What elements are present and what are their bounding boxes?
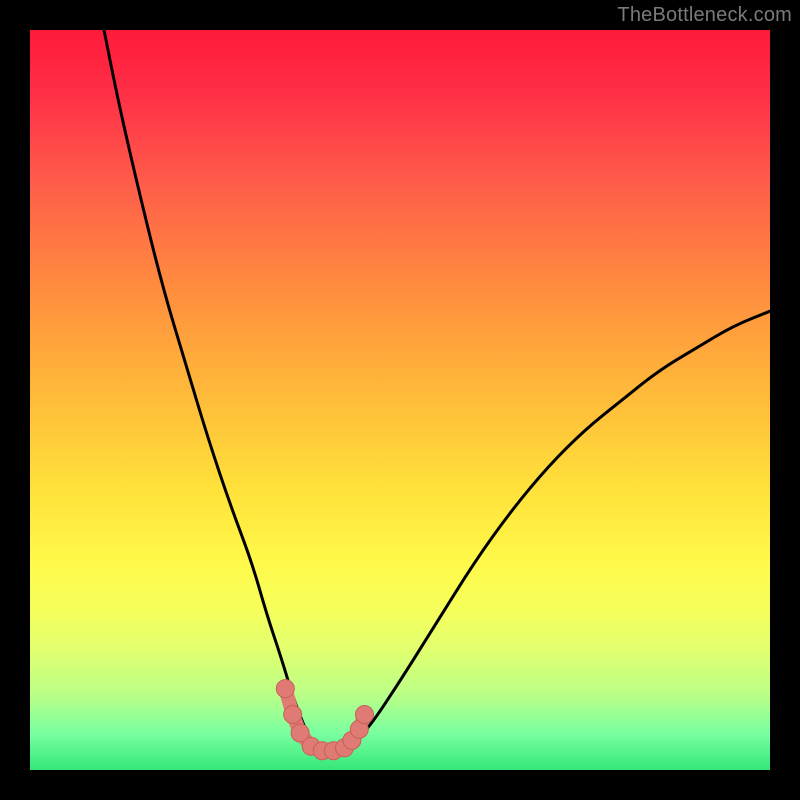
optimal-range-marker [284, 706, 302, 724]
watermark-text: TheBottleneck.com [617, 4, 792, 27]
optimal-range-marker [355, 706, 373, 724]
plot-area [30, 30, 770, 770]
optimal-range-marker [276, 680, 294, 698]
bottleneck-chart [30, 30, 770, 770]
chart-frame: TheBottleneck.com [0, 0, 800, 800]
curve-path [104, 30, 770, 748]
